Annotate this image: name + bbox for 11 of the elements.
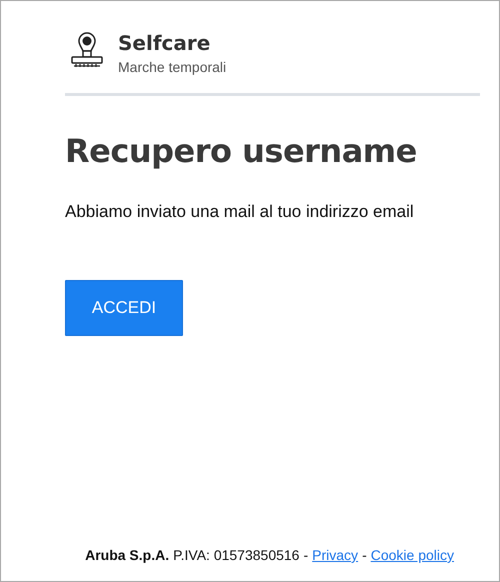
footer-text: P.IVA: 01573850516 (173, 547, 300, 563)
footer-text: - (303, 547, 308, 563)
login-button[interactable]: ACCEDI (65, 280, 183, 336)
message-text: Abbiamo inviato una mail al tuo indirizzo email (65, 202, 415, 222)
company-name: Aruba S.p.A. (85, 547, 170, 563)
footer-link[interactable]: Privacy (312, 547, 358, 563)
footer-link[interactable]: Cookie policy (370, 547, 454, 563)
page-heading: Recupero username (65, 132, 418, 170)
app-subtitle: Marche temporali (118, 59, 226, 75)
app-title: Selfcare (118, 31, 212, 55)
footer-text: - (362, 547, 367, 563)
